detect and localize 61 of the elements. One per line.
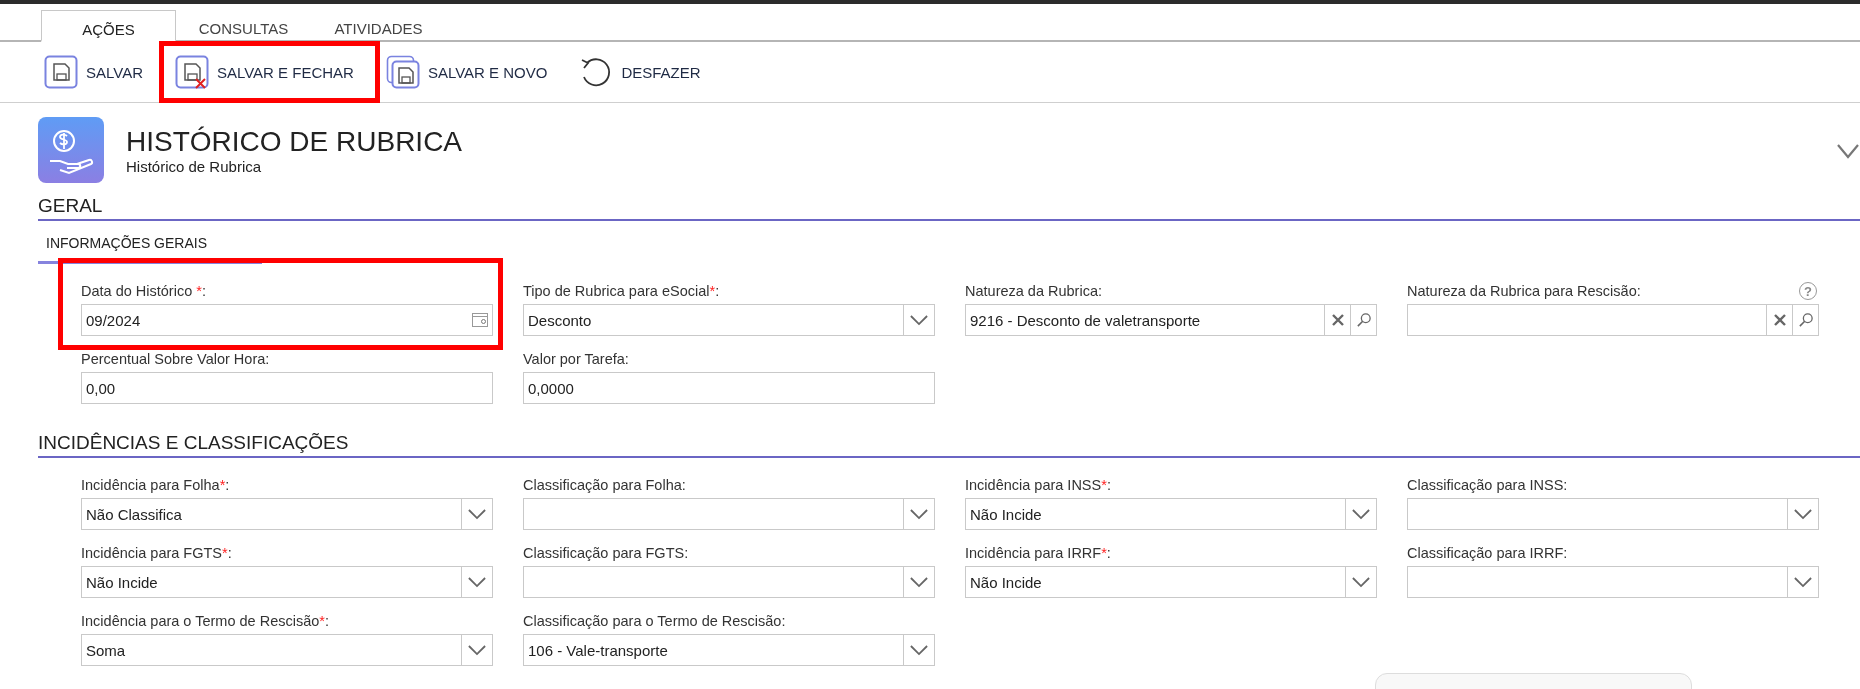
save-copy-icon (385, 55, 420, 89)
lookup-field[interactable] (1407, 304, 1819, 336)
field-label: Incidência para FGTS*: (81, 545, 232, 561)
tab[interactable]: CONSULTAS (176, 10, 311, 42)
field-label: Classificação para FGTS: (523, 545, 689, 561)
page-subtitle: Histórico de Rubrica (126, 157, 263, 175)
field-label: Tipo de Rubrica para eSocial*: (523, 283, 720, 299)
section-title: INCIDÊNCIAS E CLASSIFICAÇÕES (38, 424, 1860, 458)
close-icon (1330, 313, 1345, 327)
chevron-down-icon (910, 314, 928, 326)
dropdown[interactable]: Não Classifica (81, 498, 493, 530)
field-label: Classificação para INSS: (1407, 477, 1568, 493)
input-field[interactable]: 0,0000 (523, 372, 935, 404)
field-label: Classificação para IRRF: (1407, 545, 1568, 561)
chevron-down-icon (468, 644, 486, 656)
chevron-down-icon (910, 576, 928, 588)
date-field[interactable]: 09/2024 (81, 304, 493, 336)
chevron-down-icon (910, 508, 928, 520)
search-icon (1798, 313, 1813, 327)
coin-hand-icon (38, 117, 104, 183)
dropdown[interactable]: Não Incide (965, 498, 1377, 530)
field-label: Natureza da Rubrica para Rescisão: (1407, 283, 1641, 299)
dropdown[interactable]: Não Incide (965, 566, 1377, 598)
field-label: Natureza da Rubrica: (965, 283, 1102, 299)
tab[interactable]: ATIVIDADES (311, 10, 446, 42)
calendar-icon[interactable] (472, 313, 488, 327)
save-icon (44, 55, 78, 89)
close-icon (1772, 313, 1787, 327)
chevron-down-icon (468, 508, 486, 520)
toolbar-button[interactable]: SALVAR (38, 51, 149, 93)
dropdown[interactable]: 106 - Vale-transporte (523, 634, 935, 666)
field-label: Classificação para Folha: (523, 477, 686, 493)
search-icon (1356, 313, 1371, 327)
field-label: Incidência para IRRF*: (965, 545, 1111, 561)
toolbar-button[interactable]: SALVAR E FECHAR (168, 51, 360, 93)
dropdown[interactable]: Desconto (523, 304, 935, 336)
field-label: Incidência para o Termo de Rescisão*: (81, 613, 329, 629)
dropdown[interactable]: Não Incide (81, 566, 493, 598)
tab[interactable]: AÇÕES (41, 10, 176, 42)
field-label: Valor por Tarefa: (523, 351, 629, 367)
chevron-down-icon (910, 644, 928, 656)
field-label: Incidência para INSS*: (965, 477, 1111, 493)
chevron-down-icon (1352, 508, 1370, 520)
dropdown[interactable]: Soma (81, 634, 493, 666)
chevron-down-icon (468, 576, 486, 588)
chevron-down-icon (1794, 508, 1812, 520)
lookup-field[interactable]: 9216 - Desconto de valetransporte (965, 304, 1377, 336)
field-label: Classificação para o Termo de Rescisão: (523, 613, 786, 629)
chevron-down-icon (1352, 576, 1370, 588)
toolbar-button[interactable]: SALVAR E NOVO (379, 51, 554, 93)
field-label: Percentual Sobre Valor Hora: (81, 351, 270, 367)
input-field[interactable]: 0,00 (81, 372, 493, 404)
page-title: HISTÓRICO DE RUBRICA (126, 125, 463, 158)
section-title: GERAL (38, 187, 1860, 221)
field-label: Incidência para Folha*: (81, 477, 230, 493)
field-label: Data do Histórico *: (81, 283, 206, 299)
chevron-down-icon[interactable] (1836, 143, 1860, 159)
chevron-down-icon (1794, 576, 1812, 588)
toolbar-button[interactable]: DESFAZER (573, 51, 707, 93)
save-close-icon (174, 55, 209, 89)
sub-tab[interactable]: INFORMAÇÕES GERAIS (38, 229, 262, 264)
